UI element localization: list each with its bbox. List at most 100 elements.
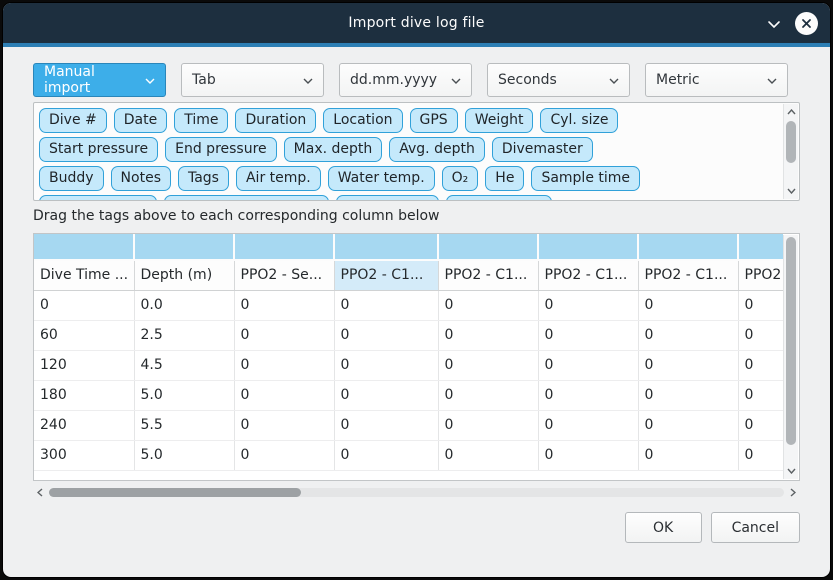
combo-date-format[interactable]: dd.mm.yyyy [339, 63, 472, 97]
column-drop-target[interactable] [438, 234, 538, 260]
table-row: 2405.5000000 [34, 410, 783, 440]
tag-sample-cns[interactable]: Sample CNS [446, 195, 552, 200]
table-cell: 0 [234, 440, 334, 470]
combo-duration-format[interactable]: Seconds [487, 63, 630, 97]
table-cell: 4.5 [134, 350, 234, 380]
table-cell: 0 [334, 410, 438, 440]
column-drop-target[interactable] [738, 234, 783, 260]
column-drop-target[interactable] [334, 234, 438, 260]
tag-cyl-size[interactable]: Cyl. size [540, 108, 618, 133]
table-row: 602.5000000 [34, 320, 783, 350]
scroll-left-icon[interactable] [33, 485, 47, 500]
tag-sample-temperature[interactable]: Sample temperature [164, 195, 329, 200]
table-cell: 0 [638, 440, 738, 470]
window-shade-button[interactable] [765, 14, 783, 32]
table-cell: 0 [334, 320, 438, 350]
cancel-button[interactable]: Cancel [711, 512, 800, 543]
scroll-up-icon[interactable] [784, 105, 798, 119]
table-cell: 5.5 [134, 410, 234, 440]
combo-import-mode[interactable]: Manual import [33, 63, 166, 97]
tag-duration[interactable]: Duration [235, 108, 316, 133]
tag-dive[interactable]: Dive # [39, 108, 107, 133]
table-cell: 0 [538, 290, 638, 320]
tag-tags[interactable]: Tags [178, 166, 229, 191]
table-row: 00.0000000 [34, 290, 783, 320]
column-drop-target[interactable] [234, 234, 334, 260]
tag-buddy[interactable]: Buddy [39, 166, 104, 191]
tag-max-depth[interactable]: Max. depth [284, 137, 383, 162]
tag-sample-po2[interactable]: Sample po2 [336, 195, 439, 200]
column-drop-target[interactable] [34, 234, 134, 260]
table-cell: 0.0 [134, 290, 234, 320]
table-cell: 300 [34, 440, 134, 470]
table-cell: 0 [438, 320, 538, 350]
table-cell: 0 [538, 320, 638, 350]
tag-location[interactable]: Location [323, 108, 402, 133]
tag-row: Start pressure End pressure Max. depthAvg.… [39, 137, 779, 162]
combo-field-separator[interactable]: Tab [181, 63, 324, 97]
table-scrollbar[interactable] [783, 235, 798, 479]
ok-button[interactable]: OK [625, 512, 702, 543]
tag-o[interactable]: O₂ [442, 166, 479, 191]
table-cell: 0 [638, 290, 738, 320]
tag-row: Sample depth Sample temperature Sample po2… [39, 195, 779, 200]
tag-sample-time[interactable]: Sample time [531, 166, 640, 191]
tag-weight[interactable]: Weight [465, 108, 534, 133]
table-cell: 0 [738, 320, 783, 350]
table-cell: 240 [34, 410, 134, 440]
tag-date[interactable]: Date [114, 108, 167, 133]
tag-notes[interactable]: Notes [111, 166, 171, 191]
tag-end-pressure[interactable]: End pressure [165, 137, 277, 162]
header-row: Dive Time ...Depth (m)PPO2 - Se...PPO2 -… [34, 260, 783, 290]
table-cell: 0 [438, 440, 538, 470]
tag-gps[interactable]: GPS [410, 108, 458, 133]
scroll-right-icon[interactable] [786, 485, 800, 500]
tag-row: Dive # Date Time Duration Location GPS WeightC… [39, 108, 779, 133]
table-clip: Dive Time ...Depth (m)PPO2 - Se...PPO2 -… [34, 234, 783, 480]
column-header[interactable]: PPO2 [738, 260, 783, 290]
table-row: 3005.0000000 [34, 440, 783, 470]
scrollbar-thumb[interactable] [786, 121, 796, 163]
column-header[interactable]: PPO2 - C1... [538, 260, 638, 290]
csv-preview-table: Dive Time ...Depth (m)PPO2 - Se...PPO2 -… [34, 234, 783, 471]
column-drop-target[interactable] [638, 234, 738, 260]
titlebar[interactable]: Import dive log file [3, 3, 830, 43]
close-button[interactable] [795, 12, 818, 35]
column-header[interactable]: PPO2 - C1... [334, 260, 438, 290]
scroll-down-icon[interactable] [784, 184, 798, 198]
table-cell: 5.0 [134, 380, 234, 410]
tag-box-scrollbar[interactable] [783, 104, 798, 199]
table-cell: 2.5 [134, 320, 234, 350]
table-cell: 0 [638, 410, 738, 440]
table-cell: 0 [438, 350, 538, 380]
table-cell: 180 [34, 380, 134, 410]
table-row: 1204.5000000 [34, 350, 783, 380]
tag-divemaster[interactable]: Divemaster [492, 137, 593, 162]
tag-avg-depth[interactable]: Avg. depth [389, 137, 485, 162]
tag-air-temp[interactable]: Air temp. [236, 166, 321, 191]
table-cell: 5.0 [134, 440, 234, 470]
table-cell: 0 [738, 380, 783, 410]
tag-start-pressure[interactable]: Start pressure [39, 137, 158, 162]
column-header[interactable]: PPO2 - C1... [438, 260, 538, 290]
tag-time[interactable]: Time [174, 108, 228, 133]
tag-sample-depth[interactable]: Sample depth [39, 195, 157, 200]
table-cell: 0 [334, 290, 438, 320]
column-drop-target[interactable] [538, 234, 638, 260]
table-cell: 0 [438, 290, 538, 320]
column-header[interactable]: Dive Time ... [34, 260, 134, 290]
tag-he[interactable]: He [485, 166, 524, 191]
combo-units[interactable]: Metric [645, 63, 788, 97]
column-drop-target[interactable] [134, 234, 234, 260]
scrollbar-thumb[interactable] [49, 488, 301, 497]
scroll-down-icon[interactable] [784, 464, 798, 478]
column-header[interactable]: Depth (m) [134, 260, 234, 290]
column-header[interactable]: PPO2 - C1... [638, 260, 738, 290]
titlebar-controls [765, 3, 818, 43]
horizontal-scrollbar[interactable] [33, 485, 800, 500]
tag-water-temp[interactable]: Water temp. [328, 166, 435, 191]
combo-value: Manual import [44, 64, 145, 96]
chevron-down-icon [767, 72, 777, 88]
scrollbar-thumb[interactable] [786, 237, 796, 445]
column-header[interactable]: PPO2 - Se... [234, 260, 334, 290]
